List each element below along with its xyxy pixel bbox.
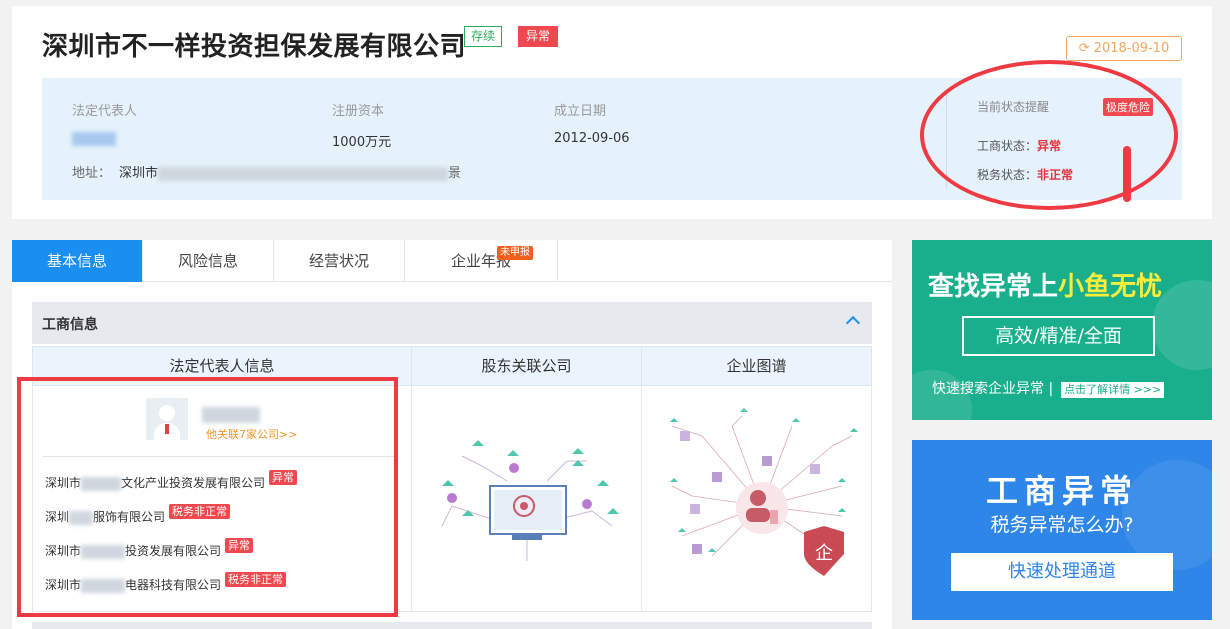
ad1-title: 查找异常上小鱼无忧 (928, 272, 1163, 302)
tab-bar: 基本信息 风险信息 经营状况 企业年报 未申报 (12, 240, 892, 282)
section-title: 工商信息 (42, 317, 98, 333)
chevron-up-icon[interactable] (845, 315, 861, 331)
ad1-footer: 快速搜索企业异常 | 点击了解详情 >>> (932, 378, 1165, 398)
tab-risk-info[interactable]: 风险信息 (143, 240, 274, 282)
section-header[interactable]: 工商信息 (32, 302, 872, 344)
column-graph: 企业图谱 (726, 357, 787, 375)
legal-rep-label: 法定代表人 (72, 104, 138, 119)
ad2-title: 工商异常 (985, 472, 1138, 510)
graph-badge-text: 企 (815, 543, 833, 564)
address-label: 地址： (72, 166, 112, 181)
founded-label: 成立日期 (554, 104, 607, 119)
shareholder-network-illustration (441, 440, 619, 561)
abnormal-badge: 异常 (518, 26, 559, 47)
legal-rep-name-redacted (72, 131, 116, 146)
ad-banner-abnormal[interactable]: 工商异常 税务异常怎么办? 快速处理通道 (912, 440, 1212, 620)
founded-field: 成立日期 2012-09-06 (554, 100, 630, 146)
company-name: 深圳市不一样投资担保发展有限公司 (42, 32, 467, 62)
update-date: 2018-09-10 (1093, 41, 1170, 56)
address-prefix: 深圳市 (119, 166, 159, 181)
ad1-tagline: 高效/精准/全面 (962, 316, 1155, 356)
tab-basic-info[interactable]: 基本信息 (12, 240, 143, 282)
status-badge: 存续 (464, 26, 503, 47)
ad-banner-search[interactable]: 查找异常上小鱼无忧 高效/精准/全面 快速搜索企业异常 | 点击了解详情 >>> (912, 240, 1212, 420)
capital-field: 注册资本 1000万元 (332, 100, 391, 150)
legal-rep-field: 法定代表人 (72, 100, 137, 146)
tab-annual-report[interactable]: 企业年报 未申报 (405, 240, 558, 282)
next-section-header (32, 622, 872, 629)
ad1-details-button[interactable]: 点击了解详情 >>> (1061, 382, 1165, 398)
enterprise-graph-illustration: 企 (670, 408, 858, 576)
founded-value: 2012-09-06 (554, 131, 630, 146)
enterprise-graph-cell[interactable]: 企 (642, 386, 871, 611)
ad2-subtitle: 税务异常怎么办? (990, 514, 1134, 536)
highlight-rectangle (17, 377, 398, 617)
shareholder-cell[interactable] (412, 386, 642, 611)
quick-process-button[interactable]: 快速处理通道 (951, 553, 1173, 591)
capital-label: 注册资本 (332, 104, 385, 119)
highlight-ellipse (920, 60, 1178, 210)
column-shareholders: 股东关联公司 (412, 347, 642, 385)
refresh-icon: ⟳ (1078, 41, 1090, 56)
update-date-button[interactable]: ⟳ 2018-09-10 (1066, 36, 1182, 61)
address-field: 地址： 深圳市 景 (72, 162, 461, 181)
address-redacted (158, 166, 449, 181)
unreported-badge: 未申报 (497, 246, 533, 260)
tab-operations[interactable]: 经营状况 (274, 240, 405, 282)
capital-value: 1000万元 (332, 135, 392, 150)
address-suffix: 景 (448, 166, 462, 181)
